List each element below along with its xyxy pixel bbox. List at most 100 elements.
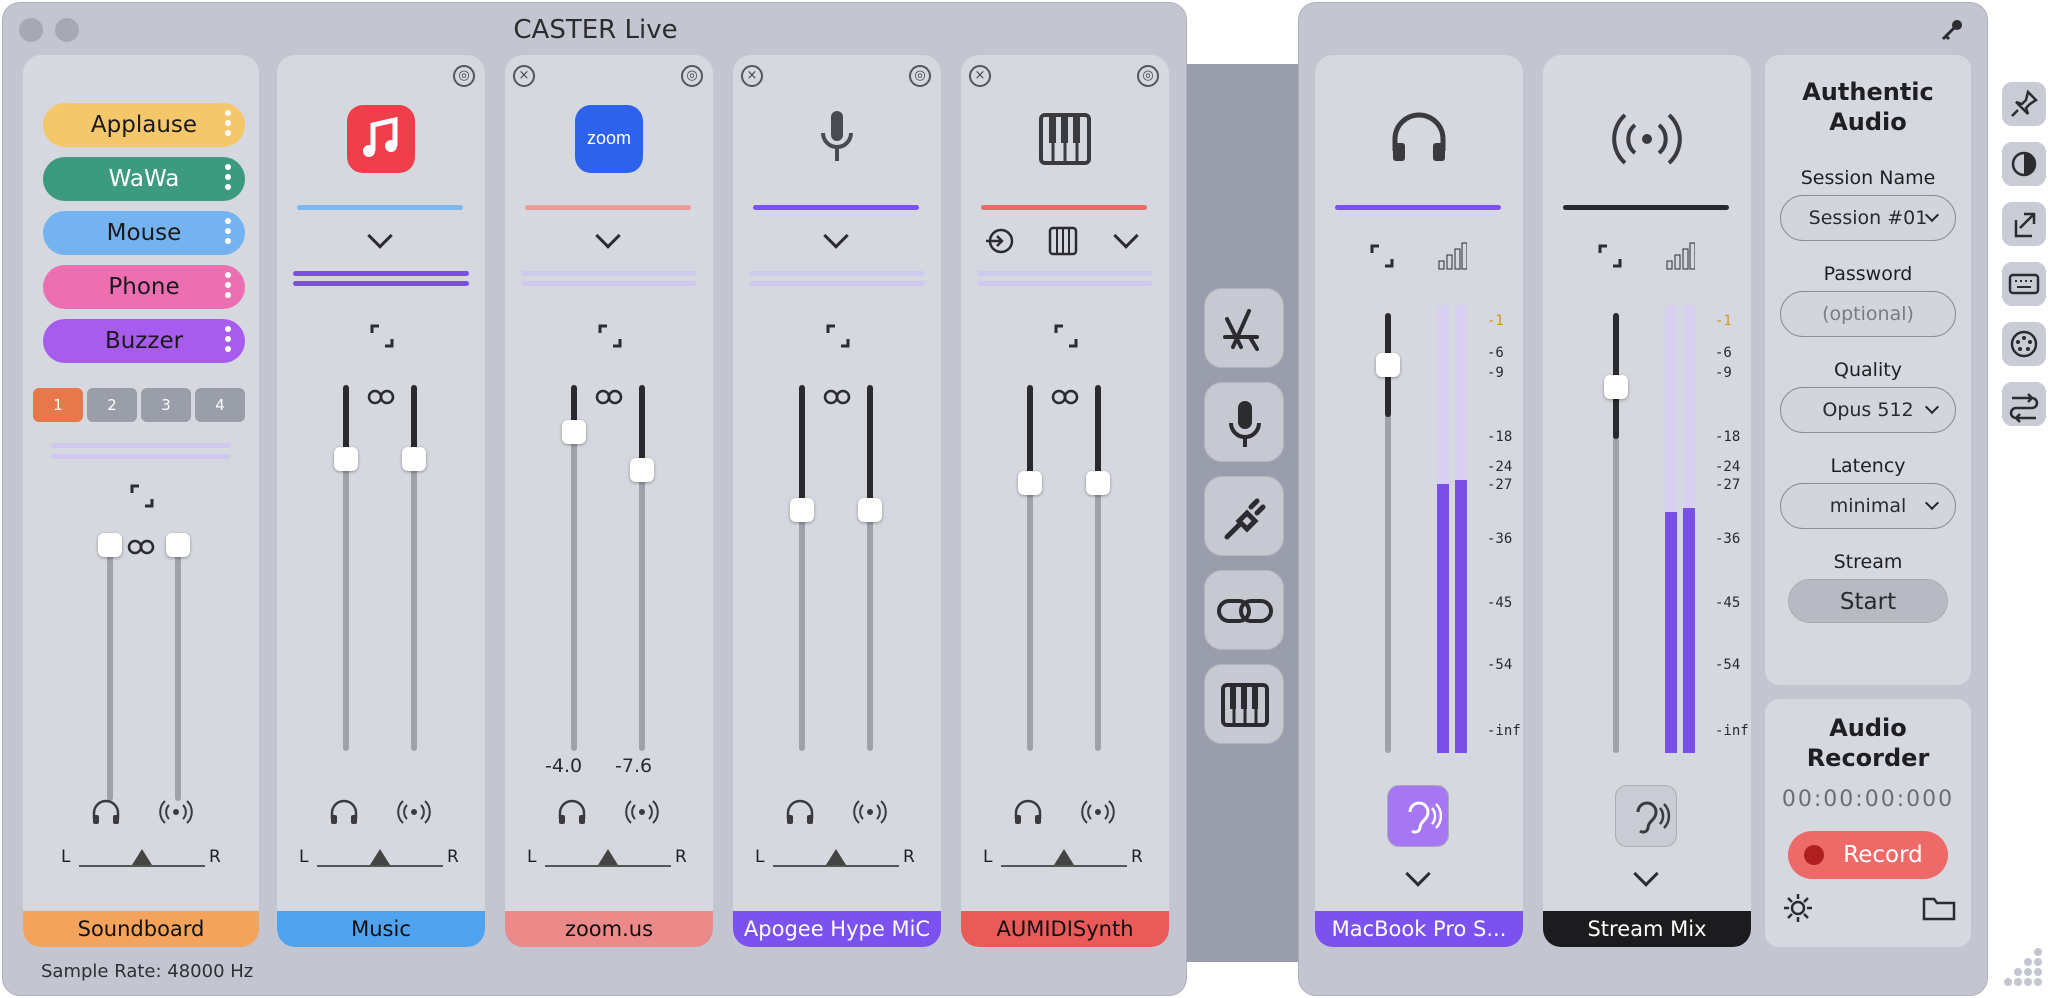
fader-track-left[interactable]	[343, 385, 349, 751]
pan-thumb[interactable]	[132, 849, 152, 865]
expand-icon[interactable]	[129, 483, 155, 509]
more-dots-icon[interactable]	[225, 269, 231, 305]
fader-thumb-right[interactable]	[858, 498, 882, 522]
pan-slider[interactable]	[1001, 865, 1127, 867]
add-instrument-button[interactable]	[1204, 664, 1284, 744]
fader-track-right[interactable]	[411, 385, 417, 751]
chevron-down-icon[interactable]	[595, 223, 621, 249]
routing-button[interactable]	[2002, 382, 2046, 426]
pan-slider[interactable]	[545, 865, 671, 867]
output-fader-thumb[interactable]	[1604, 375, 1628, 399]
input-icon[interactable]	[983, 225, 1015, 257]
sound-button-phone[interactable]: Phone	[43, 265, 245, 309]
link-icon[interactable]	[823, 389, 851, 405]
fader-thumb-left[interactable]	[334, 447, 358, 471]
link-icon[interactable]	[1051, 389, 1079, 405]
pan-thumb[interactable]	[598, 849, 618, 865]
settings-icon[interactable]: ◎	[681, 65, 703, 87]
resize-grip-icon[interactable]	[2000, 944, 2046, 990]
folder-icon[interactable]	[1921, 893, 1957, 923]
headphones-icon[interactable]	[783, 795, 817, 829]
more-dots-icon[interactable]	[225, 215, 231, 251]
more-dots-icon[interactable]	[225, 161, 231, 197]
quality-select[interactable]: Opus 512	[1780, 387, 1956, 433]
export-button[interactable]	[2002, 202, 2046, 246]
broadcast-icon[interactable]	[625, 795, 659, 829]
fader-thumb-right[interactable]	[630, 458, 654, 482]
pan-thumb[interactable]	[826, 849, 846, 865]
output-fader-track[interactable]	[1385, 313, 1391, 753]
settings-icon[interactable]: ◎	[909, 65, 931, 87]
link-icon[interactable]	[127, 539, 155, 555]
headphones-icon[interactable]	[1011, 795, 1045, 829]
chevron-down-icon[interactable]	[1405, 861, 1431, 887]
chevron-down-icon[interactable]	[1113, 223, 1139, 249]
fader-thumb-left[interactable]	[98, 533, 122, 557]
piano-icon[interactable]	[1047, 225, 1079, 257]
keyboard-button[interactable]	[2002, 262, 2046, 306]
fader-thumb-left[interactable]	[1018, 471, 1042, 495]
pan-slider[interactable]	[317, 865, 443, 867]
signal-bars-icon[interactable]	[1437, 241, 1467, 271]
expand-icon[interactable]	[1369, 243, 1395, 269]
fader-track-right[interactable]	[639, 385, 645, 751]
fader-track-left[interactable]	[1027, 385, 1033, 751]
sound-button-buzzer[interactable]: Buzzer	[43, 319, 245, 363]
chevron-down-icon[interactable]	[823, 223, 849, 249]
fader-track-left[interactable]	[799, 385, 805, 751]
expand-icon[interactable]	[825, 323, 851, 349]
sound-button-applause[interactable]: Applause	[43, 103, 245, 147]
sound-button-wawa[interactable]: WaWa	[43, 157, 245, 201]
headphones-icon[interactable]	[555, 795, 589, 829]
session-name-select[interactable]: Session #01	[1780, 195, 1956, 241]
page-button-3[interactable]: 3	[141, 388, 191, 422]
pan-slider[interactable]	[773, 865, 899, 867]
add-microphone-button[interactable]	[1204, 382, 1284, 462]
page-button-1[interactable]: 1	[33, 388, 83, 422]
fader-track-right[interactable]	[867, 385, 873, 751]
broadcast-icon[interactable]	[397, 795, 431, 829]
listen-button[interactable]	[1615, 785, 1677, 847]
link-icon[interactable]	[367, 389, 395, 405]
fader-thumb-right[interactable]	[1086, 471, 1110, 495]
fader-thumb-right[interactable]	[402, 447, 426, 471]
stream-start-button[interactable]: Start	[1788, 579, 1948, 623]
sound-button-mouse[interactable]: Mouse	[43, 211, 245, 255]
fader-track-right[interactable]	[175, 543, 181, 801]
appearance-button[interactable]	[2002, 142, 2046, 186]
listen-button[interactable]	[1387, 785, 1449, 847]
page-button-2[interactable]: 2	[87, 388, 137, 422]
pan-slider[interactable]	[79, 865, 205, 867]
gear-icon[interactable]	[1781, 891, 1815, 925]
expand-icon[interactable]	[1597, 243, 1623, 269]
midi-button[interactable]	[2002, 322, 2046, 366]
pan-thumb[interactable]	[370, 849, 390, 865]
password-input[interactable]: (optional)	[1780, 291, 1956, 337]
chevron-down-icon[interactable]	[367, 223, 393, 249]
broadcast-icon[interactable]	[1081, 795, 1115, 829]
record-button[interactable]: Record	[1788, 831, 1948, 879]
pin-button[interactable]	[2002, 82, 2046, 126]
settings-icon[interactable]: ◎	[1137, 65, 1159, 87]
close-icon[interactable]: ×	[513, 65, 535, 87]
expand-icon[interactable]	[1053, 323, 1079, 349]
link-icon[interactable]	[595, 389, 623, 405]
more-dots-icon[interactable]	[225, 323, 231, 359]
fader-track-right[interactable]	[1095, 385, 1101, 751]
output-fader-thumb[interactable]	[1376, 353, 1400, 377]
signal-bars-icon[interactable]	[1665, 241, 1695, 271]
chevron-down-icon[interactable]	[1633, 861, 1659, 887]
close-icon[interactable]: ×	[969, 65, 991, 87]
more-dots-icon[interactable]	[225, 107, 231, 143]
fader-thumb-right[interactable]	[166, 533, 190, 557]
app-store-button[interactable]	[1204, 288, 1284, 368]
settings-icon[interactable]: ◎	[453, 65, 475, 87]
broadcast-icon[interactable]	[853, 795, 887, 829]
pan-thumb[interactable]	[1054, 849, 1074, 865]
fader-thumb-left[interactable]	[790, 498, 814, 522]
close-icon[interactable]: ×	[741, 65, 763, 87]
add-link-button[interactable]	[1204, 570, 1284, 650]
fader-thumb-left[interactable]	[562, 420, 586, 444]
key-icon[interactable]	[1939, 17, 1965, 43]
headphones-icon[interactable]	[89, 795, 123, 829]
